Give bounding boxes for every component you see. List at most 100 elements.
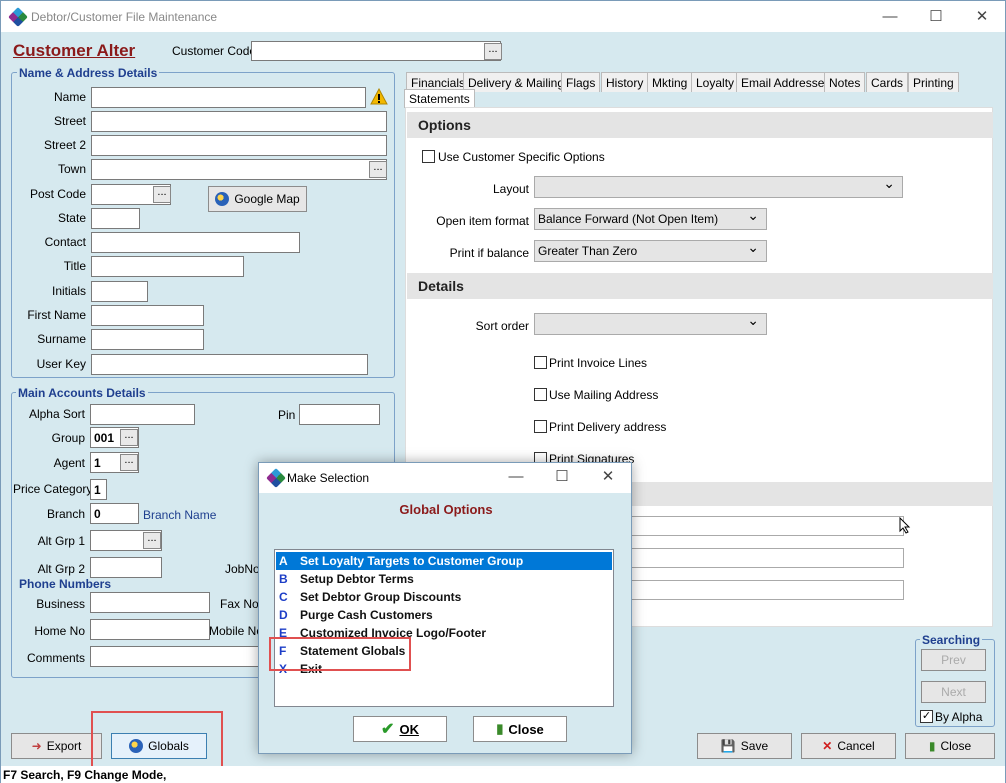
name-input[interactable] <box>91 87 366 108</box>
export-icon: ➜ <box>31 739 42 753</box>
next-button[interactable]: Next <box>921 681 986 703</box>
dialog-maximize-button[interactable]: ☐ <box>539 463 585 491</box>
print-if-balance-select[interactable]: Greater Than Zero <box>534 239 767 262</box>
street-input[interactable] <box>91 111 387 132</box>
save-button[interactable]: 💾 Save <box>697 733 792 759</box>
name-address-title: Name & Address Details <box>17 66 160 80</box>
exit-door-icon: ▮ <box>928 739 936 753</box>
open-item-format-label: Open item format <box>436 214 529 228</box>
searching-title: Searching <box>920 633 983 647</box>
group-label: Group <box>51 431 85 445</box>
dialog-minimize-button[interactable]: — <box>493 463 539 491</box>
tab-statements[interactable]: Statements <box>404 89 475 108</box>
exit-door-icon: ▮ <box>496 721 504 736</box>
close-button[interactable]: ▮ Close <box>905 733 995 759</box>
open-item-format-select[interactable]: Balance Forward (Not Open Item) <box>534 207 767 230</box>
tab-printing[interactable]: Printing <box>908 72 959 92</box>
tab-mkting[interactable]: Mkting <box>647 72 693 92</box>
layout-label: Layout <box>492 182 529 196</box>
statement-text-line-3[interactable] <box>618 580 904 600</box>
cancel-label: Cancel <box>837 739 875 753</box>
print-invoice-lines-checkbox[interactable] <box>534 356 547 369</box>
list-item[interactable]: D Purge Cash Customers <box>276 606 612 624</box>
agent-lookup-button[interactable]: ... <box>120 454 138 471</box>
tab-email-addresses[interactable]: Email Addresses <box>736 72 836 92</box>
prev-button[interactable]: Prev <box>921 649 986 671</box>
comments-label: Comments <box>26 651 85 665</box>
first-name-input[interactable] <box>91 305 204 326</box>
dialog-close-action-button[interactable]: ▮ Close <box>473 716 567 742</box>
sort-order-select[interactable] <box>534 312 767 335</box>
mode-title: Customer Alter <box>13 41 136 60</box>
list-item[interactable]: B Setup Debtor Terms <box>276 570 612 588</box>
close-window-button[interactable]: ✕ <box>959 1 1005 32</box>
use-mailing-address-checkbox[interactable] <box>534 388 547 401</box>
tab-notes[interactable]: Notes <box>824 72 866 92</box>
layout-select[interactable] <box>534 175 903 198</box>
home-label: Home No <box>34 624 85 638</box>
alt-grp1-lookup-button[interactable]: ... <box>143 532 161 549</box>
app-icon <box>8 7 28 27</box>
dialog-close-label: Close <box>508 721 544 737</box>
tab-loyalty[interactable]: Loyalty <box>691 72 740 92</box>
dialog-close-button[interactable]: ✕ <box>585 463 631 491</box>
use-customer-specific-checkbox[interactable] <box>422 150 435 163</box>
alpha-sort-label: Alpha Sort <box>28 407 85 421</box>
title-label: Title <box>63 259 86 273</box>
title-input[interactable] <box>91 256 244 277</box>
tab-cards[interactable]: Cards <box>866 72 909 92</box>
tab-history[interactable]: History <box>601 72 649 92</box>
list-item[interactable]: A Set Loyalty Targets to Customer Group <box>276 552 612 570</box>
globals-highlight-box <box>91 711 223 773</box>
by-alpha-checkbox[interactable]: ✓ <box>920 710 933 723</box>
street2-input[interactable] <box>91 135 387 156</box>
cancel-button[interactable]: ✕ Cancel <box>801 733 896 759</box>
ok-button[interactable]: ✔ OK <box>353 716 447 742</box>
google-map-button[interactable]: Google Map <box>208 186 307 212</box>
phone-numbers-title: Phone Numbers <box>19 577 112 591</box>
item-key: A <box>279 554 288 568</box>
initials-label: Initials <box>51 284 86 298</box>
export-label: Export <box>46 739 82 753</box>
street2-label: Street 2 <box>43 138 86 152</box>
town-input[interactable] <box>91 159 387 180</box>
price-category-input[interactable] <box>90 479 107 500</box>
use-mailing-address-label: Use Mailing Address <box>549 388 659 402</box>
tab-flags[interactable]: Flags <box>561 72 601 92</box>
list-item[interactable]: C Set Debtor Group Discounts <box>276 588 612 606</box>
initials-input[interactable] <box>91 281 148 302</box>
customer-code-input[interactable] <box>251 41 501 61</box>
alt-grp2-input[interactable] <box>90 557 162 578</box>
title-bar: Debtor/Customer File Maintenance — ☐ ✕ <box>1 1 1005 32</box>
contact-input[interactable] <box>91 232 300 253</box>
mouse-cursor-icon <box>899 517 911 534</box>
export-button[interactable]: ➜ Export <box>11 733 102 759</box>
dialog-title: Make Selection <box>287 471 370 485</box>
home-input[interactable] <box>90 619 210 640</box>
statement-text-line-1[interactable] <box>618 516 904 536</box>
comments-input[interactable] <box>90 646 260 667</box>
pin-input[interactable] <box>299 404 380 425</box>
alpha-sort-input[interactable] <box>90 404 195 425</box>
statement-text-line-2[interactable] <box>618 548 904 568</box>
agent-label: Agent <box>53 456 85 470</box>
post-code-lookup-button[interactable]: ... <box>153 186 171 203</box>
fax-label: Fax No <box>220 597 259 611</box>
maximize-button[interactable]: ☐ <box>913 1 959 32</box>
window-title: Debtor/Customer File Maintenance <box>31 10 218 24</box>
branch-input[interactable] <box>90 503 139 524</box>
minimize-button[interactable]: — <box>867 1 913 32</box>
group-lookup-button[interactable]: ... <box>120 429 138 446</box>
mobile-label: Mobile No <box>209 624 264 638</box>
user-key-input[interactable] <box>91 354 368 375</box>
pin-label: Pin <box>278 408 296 422</box>
town-lookup-button[interactable]: ... <box>369 161 387 178</box>
surname-input[interactable] <box>91 329 204 350</box>
business-input[interactable] <box>90 592 210 613</box>
customer-code-lookup-button[interactable]: ... <box>484 43 502 60</box>
item-label: Setup Debtor Terms <box>300 572 414 586</box>
print-delivery-address-checkbox[interactable] <box>534 420 547 433</box>
tab-delivery-mailing[interactable]: Delivery & Mailing <box>463 72 570 92</box>
state-input[interactable] <box>91 208 140 229</box>
street-label: Street <box>53 114 86 128</box>
